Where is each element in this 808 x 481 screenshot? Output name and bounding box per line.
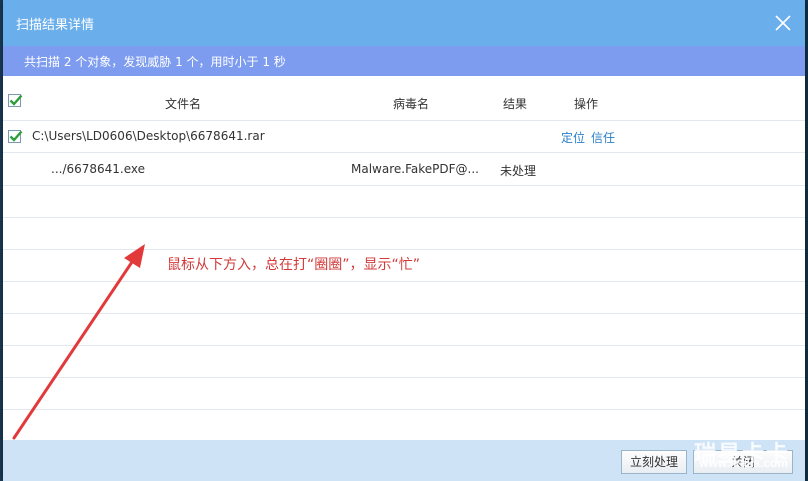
row-checkbox[interactable]	[8, 130, 23, 143]
file-path: C:\Users\LD0606\Desktop\6678641.rar	[32, 129, 265, 143]
scan-result-dialog: 扫描结果详情 共扫描 2 个对象，发现威胁 1 个，用时小于 1 秒 文件名 病…	[3, 0, 805, 481]
select-all-checkbox[interactable]	[8, 94, 23, 107]
check-icon	[9, 94, 23, 106]
virus-name: Malware.FakePDF@...	[351, 162, 479, 176]
trust-link[interactable]: 信任	[591, 131, 615, 145]
column-filename: 文件名	[165, 97, 202, 111]
file-path: .../6678641.exe	[51, 162, 146, 176]
column-action: 操作	[574, 97, 599, 111]
scan-result-status: 未处理	[500, 164, 537, 178]
annotation-note: 鼠标从下方入，总在打“圈圈”，显示“忙”	[167, 257, 421, 273]
dialog-footer: 立刻处理 关闭	[3, 440, 805, 481]
empty-row	[3, 185, 805, 218]
row-actions: 定位 信任	[561, 129, 621, 146]
empty-row	[3, 345, 805, 378]
dialog-title: 扫描结果详情	[16, 18, 95, 33]
empty-row	[3, 313, 805, 346]
table-row[interactable]: C:\Users\LD0606\Desktop\6678641.rar 定位 信任	[3, 120, 805, 153]
dialog-titlebar[interactable]: 扫描结果详情	[3, 0, 805, 46]
scan-summary: 共扫描 2 个对象，发现威胁 1 个，用时小于 1 秒	[24, 55, 286, 69]
check-icon	[9, 130, 23, 142]
process-now-button[interactable]: 立刻处理	[621, 450, 687, 474]
locate-link[interactable]: 定位	[561, 131, 585, 145]
close-button[interactable]: 关闭	[693, 450, 793, 474]
table-header: 文件名 病毒名 结果 操作	[3, 84, 805, 121]
column-result: 结果	[503, 97, 528, 111]
empty-row	[3, 281, 805, 314]
empty-row	[3, 377, 805, 410]
column-virus: 病毒名	[393, 97, 430, 111]
table-row[interactable]: .../6678641.exe Malware.FakePDF@... 未处理	[3, 153, 805, 186]
scan-summary-bar: 共扫描 2 个对象，发现威胁 1 个，用时小于 1 秒	[3, 46, 805, 76]
empty-row	[3, 217, 805, 250]
desktop: 扫描结果详情 共扫描 2 个对象，发现威胁 1 个，用时小于 1 秒 文件名 病…	[0, 0, 808, 481]
close-icon[interactable]	[773, 13, 793, 33]
